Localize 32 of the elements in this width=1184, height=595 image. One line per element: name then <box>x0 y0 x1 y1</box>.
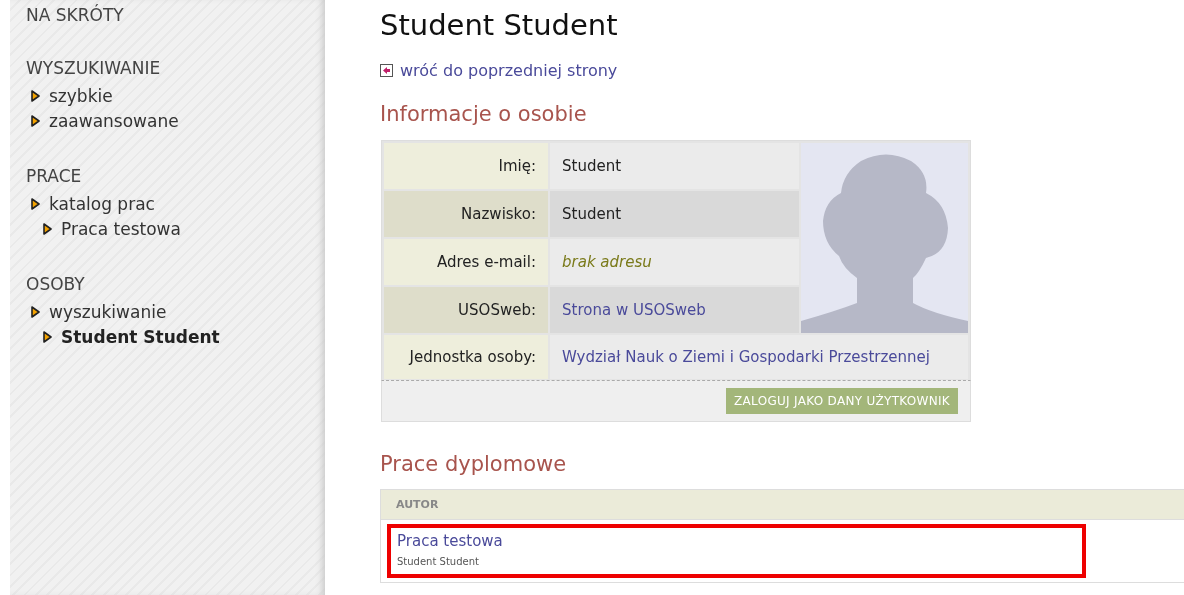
field-value: Student <box>562 205 622 223</box>
section-title: NA SKRÓTY <box>26 5 125 25</box>
field-value: brak adresu <box>562 253 652 271</box>
section-heading: Prace dyplomowe <box>380 452 568 476</box>
field-label: Nazwisko: <box>461 205 536 223</box>
field-label: Adres e-mail: <box>437 253 536 271</box>
thesis-author: Student Student <box>397 556 480 567</box>
section-title: PRACE <box>26 166 83 186</box>
sidebar-link[interactable]: katalog prac <box>49 193 155 214</box>
column-header: AUTOR <box>396 498 439 511</box>
sidebar-link[interactable]: zaawansowane <box>49 110 179 131</box>
page-title: Student Student <box>380 8 619 42</box>
field-label: Jednostka osoby: <box>409 348 536 366</box>
section-title: OSOBY <box>26 274 86 294</box>
field-label: USOSweb: <box>458 301 536 319</box>
field-label: Imię: <box>498 157 536 175</box>
sidebar-link[interactable]: Student Student <box>61 326 220 347</box>
arrow-icon <box>30 89 40 102</box>
arrow-icon <box>30 114 40 127</box>
sidebar-link[interactable]: wyszukiwanie <box>49 301 167 322</box>
thesis-link[interactable]: Praca testowa <box>397 532 1076 550</box>
arrow-icon <box>42 222 52 235</box>
sidebar-link[interactable]: szybkie <box>49 85 113 106</box>
arrow-icon <box>30 305 40 318</box>
field-value: Student <box>562 157 622 175</box>
section-heading: Informacje o osobie <box>380 102 588 126</box>
back-link[interactable]: wróć do poprzedniej strony <box>400 61 618 80</box>
back-icon <box>380 64 393 77</box>
sidebar-link[interactable]: Praca testowa <box>61 218 181 239</box>
arrow-icon <box>42 330 52 343</box>
section-title: WYSZUKIWANIE <box>26 58 162 78</box>
arrow-icon <box>30 197 40 210</box>
